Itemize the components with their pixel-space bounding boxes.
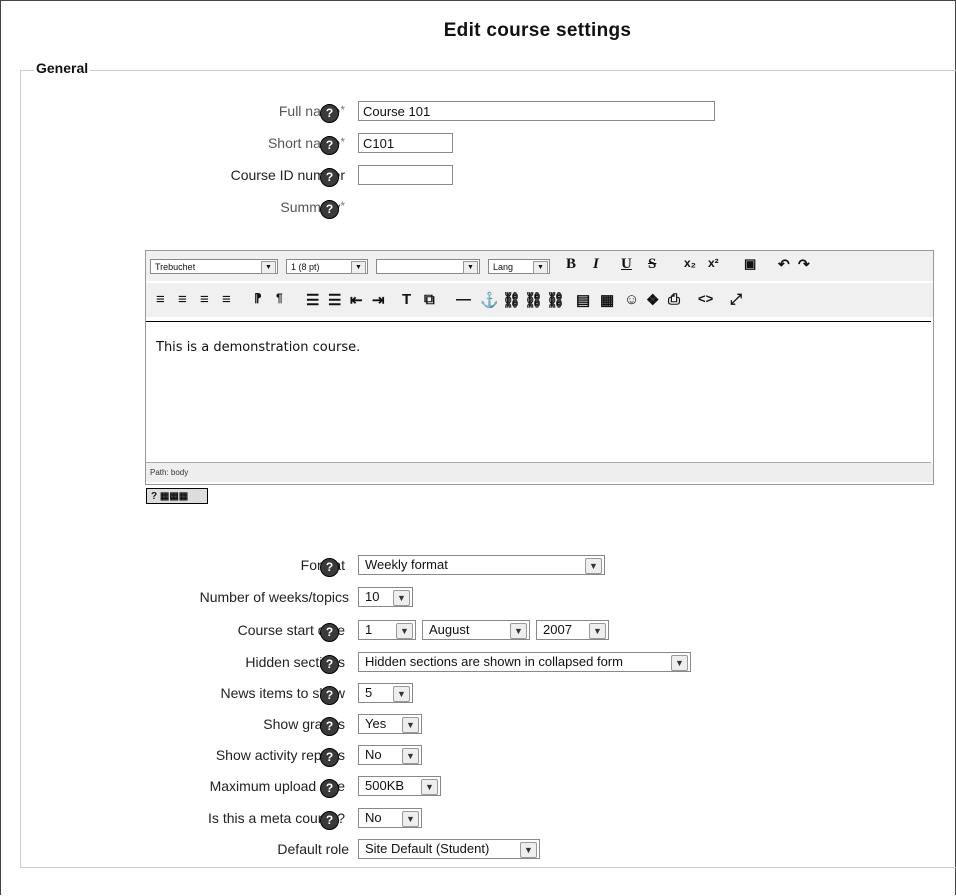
weeks-row: Number of weeks/topics 10 ▼ bbox=[0, 587, 955, 609]
start-date-row: Course start date ? 1 ▼ August ▼ 2007 ▼ bbox=[0, 620, 955, 642]
short-name-row: Short name* ? C101 bbox=[0, 133, 955, 155]
default-role-select[interactable]: Site Default (Student) ▼ bbox=[358, 839, 540, 859]
help-icon[interactable]: ? bbox=[320, 136, 339, 155]
news-items-row: News items to show ? 5 ▼ bbox=[0, 683, 955, 705]
unordered-list-icon[interactable]: ☰ bbox=[328, 291, 341, 309]
hidden-sections-select[interactable]: Hidden sections are shown in collapsed f… bbox=[358, 652, 691, 672]
keyboard-help-button[interactable]: ? ▦▦▦ bbox=[146, 488, 208, 504]
weeks-label: Number of weeks/topics bbox=[199, 589, 349, 605]
smiley-icon[interactable]: ☺ bbox=[624, 291, 639, 308]
font-family-select[interactable]: Trebuchet ▼ bbox=[150, 259, 278, 274]
html-source-icon[interactable]: <> bbox=[698, 291, 713, 306]
format-row: Format ? Weekly format▼ bbox=[0, 555, 955, 577]
show-grades-select[interactable]: Yes ▼ bbox=[358, 714, 422, 734]
help-icon[interactable]: ? bbox=[320, 104, 339, 123]
outdent-icon[interactable]: ⇤ bbox=[350, 291, 363, 309]
max-upload-row: Maximum upload size ? 500KB ▼ bbox=[0, 776, 955, 798]
page-title: Edit course settings bbox=[443, 20, 632, 41]
meta-course-row: Is this a meta course? ? No ▼ bbox=[0, 808, 955, 830]
start-day-select[interactable]: 1 ▼ bbox=[358, 620, 416, 640]
background-color-icon[interactable]: ⧉ bbox=[424, 291, 435, 308]
help-icon[interactable]: ? bbox=[320, 623, 339, 642]
horizontal-rule-icon[interactable]: — bbox=[456, 291, 471, 308]
redo-icon[interactable]: ↷ bbox=[798, 256, 810, 273]
editor-path: Path: body bbox=[146, 463, 933, 482]
weeks-select[interactable]: 10 ▼ bbox=[358, 587, 413, 607]
full-name-row: Full name* ? Course 101 bbox=[0, 101, 955, 123]
course-id-input[interactable] bbox=[358, 165, 453, 185]
max-upload-select[interactable]: 500KB ▼ bbox=[358, 776, 441, 796]
align-left-icon[interactable]: ≡ bbox=[156, 291, 165, 308]
justify-icon[interactable]: ≡ bbox=[222, 291, 231, 308]
start-year-select[interactable]: 2007 ▼ bbox=[536, 620, 609, 640]
special-char-icon[interactable]: ❖ bbox=[646, 291, 659, 309]
align-right-icon[interactable]: ≡ bbox=[200, 291, 209, 308]
help-icon[interactable]: ? bbox=[320, 748, 339, 767]
anchor-icon[interactable]: ⚓ bbox=[480, 291, 499, 309]
show-grades-row: Show grades ? Yes ▼ bbox=[0, 714, 955, 736]
fullscreen-icon[interactable]: ⤢ bbox=[730, 291, 742, 308]
ltr-icon[interactable]: ⁋ bbox=[254, 291, 262, 305]
ordered-list-icon[interactable]: ☰ bbox=[306, 291, 319, 309]
activity-reports-row: Show activity reports ? No ▼ bbox=[0, 745, 955, 767]
default-role-label: Default role bbox=[277, 841, 349, 857]
text-color-icon[interactable]: T bbox=[402, 291, 411, 308]
indent-icon[interactable]: ⇥ bbox=[372, 291, 385, 309]
rtl-icon[interactable]: ¶ bbox=[276, 291, 283, 305]
help-icon[interactable]: ? bbox=[320, 558, 339, 577]
link-icon[interactable]: ⛓ bbox=[502, 291, 521, 309]
strikethrough-icon[interactable]: S bbox=[648, 256, 656, 273]
hidden-sections-row: Hidden sections ? Hidden sections are sh… bbox=[0, 652, 955, 674]
font-size-select[interactable]: 1 (8 pt) ▼ bbox=[286, 259, 368, 274]
start-month-select[interactable]: August ▼ bbox=[422, 620, 530, 640]
clean-word-icon[interactable]: ▣ bbox=[744, 256, 756, 272]
insert-image-icon[interactable]: ▤ bbox=[576, 291, 590, 309]
help-icon[interactable]: ? bbox=[320, 811, 339, 830]
help-icon[interactable]: ? bbox=[320, 655, 339, 674]
full-name-input[interactable]: Course 101 bbox=[358, 101, 715, 121]
unlink-icon[interactable]: ⛓ bbox=[524, 291, 543, 309]
course-id-row: Course ID number ? bbox=[0, 165, 955, 187]
help-icon[interactable]: ? bbox=[320, 717, 339, 736]
underline-icon[interactable]: U bbox=[621, 256, 632, 273]
summary-textarea[interactable]: This is a demonstration course. bbox=[146, 321, 931, 463]
news-items-select[interactable]: 5 ▼ bbox=[358, 683, 413, 703]
help-icon[interactable]: ? bbox=[320, 168, 339, 187]
summary-editor: Trebuchet ▼ 1 (8 pt) ▼ ▼ Lang ▼ B I U S x₂ … bbox=[145, 250, 934, 485]
italic-icon[interactable]: I bbox=[593, 256, 599, 273]
superscript-icon[interactable]: x² bbox=[708, 256, 719, 270]
lang-select[interactable]: Lang ▼ bbox=[488, 259, 550, 274]
help-icon[interactable]: ? bbox=[320, 200, 339, 219]
bold-icon[interactable]: B bbox=[566, 256, 576, 273]
meta-course-select[interactable]: No ▼ bbox=[358, 808, 422, 828]
undo-icon[interactable]: ↶ bbox=[778, 256, 790, 273]
editor-toolbar-row-1: Trebuchet ▼ 1 (8 pt) ▼ ▼ Lang ▼ B I U S x₂ … bbox=[146, 251, 933, 281]
format-select[interactable]: Weekly format ▼ bbox=[358, 555, 605, 575]
align-center-icon[interactable]: ≡ bbox=[178, 291, 187, 308]
nolink-icon[interactable]: ⛓ bbox=[546, 291, 565, 309]
editor-toolbar-row-2: ≡ ≡ ≡ ≡ ⁋ ¶ ☰ ☰ ⇤ ⇥ T ⧉ — ⚓ ⛓ ⛓ ⛓ ▤ ▦ ☺ … bbox=[146, 283, 933, 317]
short-name-input[interactable]: C101 bbox=[358, 133, 453, 153]
subscript-icon[interactable]: x₂ bbox=[684, 256, 696, 270]
insert-table-icon[interactable]: ▦ bbox=[600, 291, 614, 309]
help-icon[interactable]: ? bbox=[320, 686, 339, 705]
activity-reports-select[interactable]: No ▼ bbox=[358, 745, 422, 765]
search-replace-icon[interactable]: ⎙ bbox=[668, 291, 680, 308]
heading-select[interactable]: ▼ bbox=[376, 259, 480, 274]
summary-row: Summary* ? bbox=[0, 197, 955, 219]
help-icon[interactable]: ? bbox=[320, 779, 339, 798]
default-role-row: Default role Site Default (Student) ▼ bbox=[0, 839, 955, 861]
general-legend[interactable]: General bbox=[34, 60, 91, 76]
